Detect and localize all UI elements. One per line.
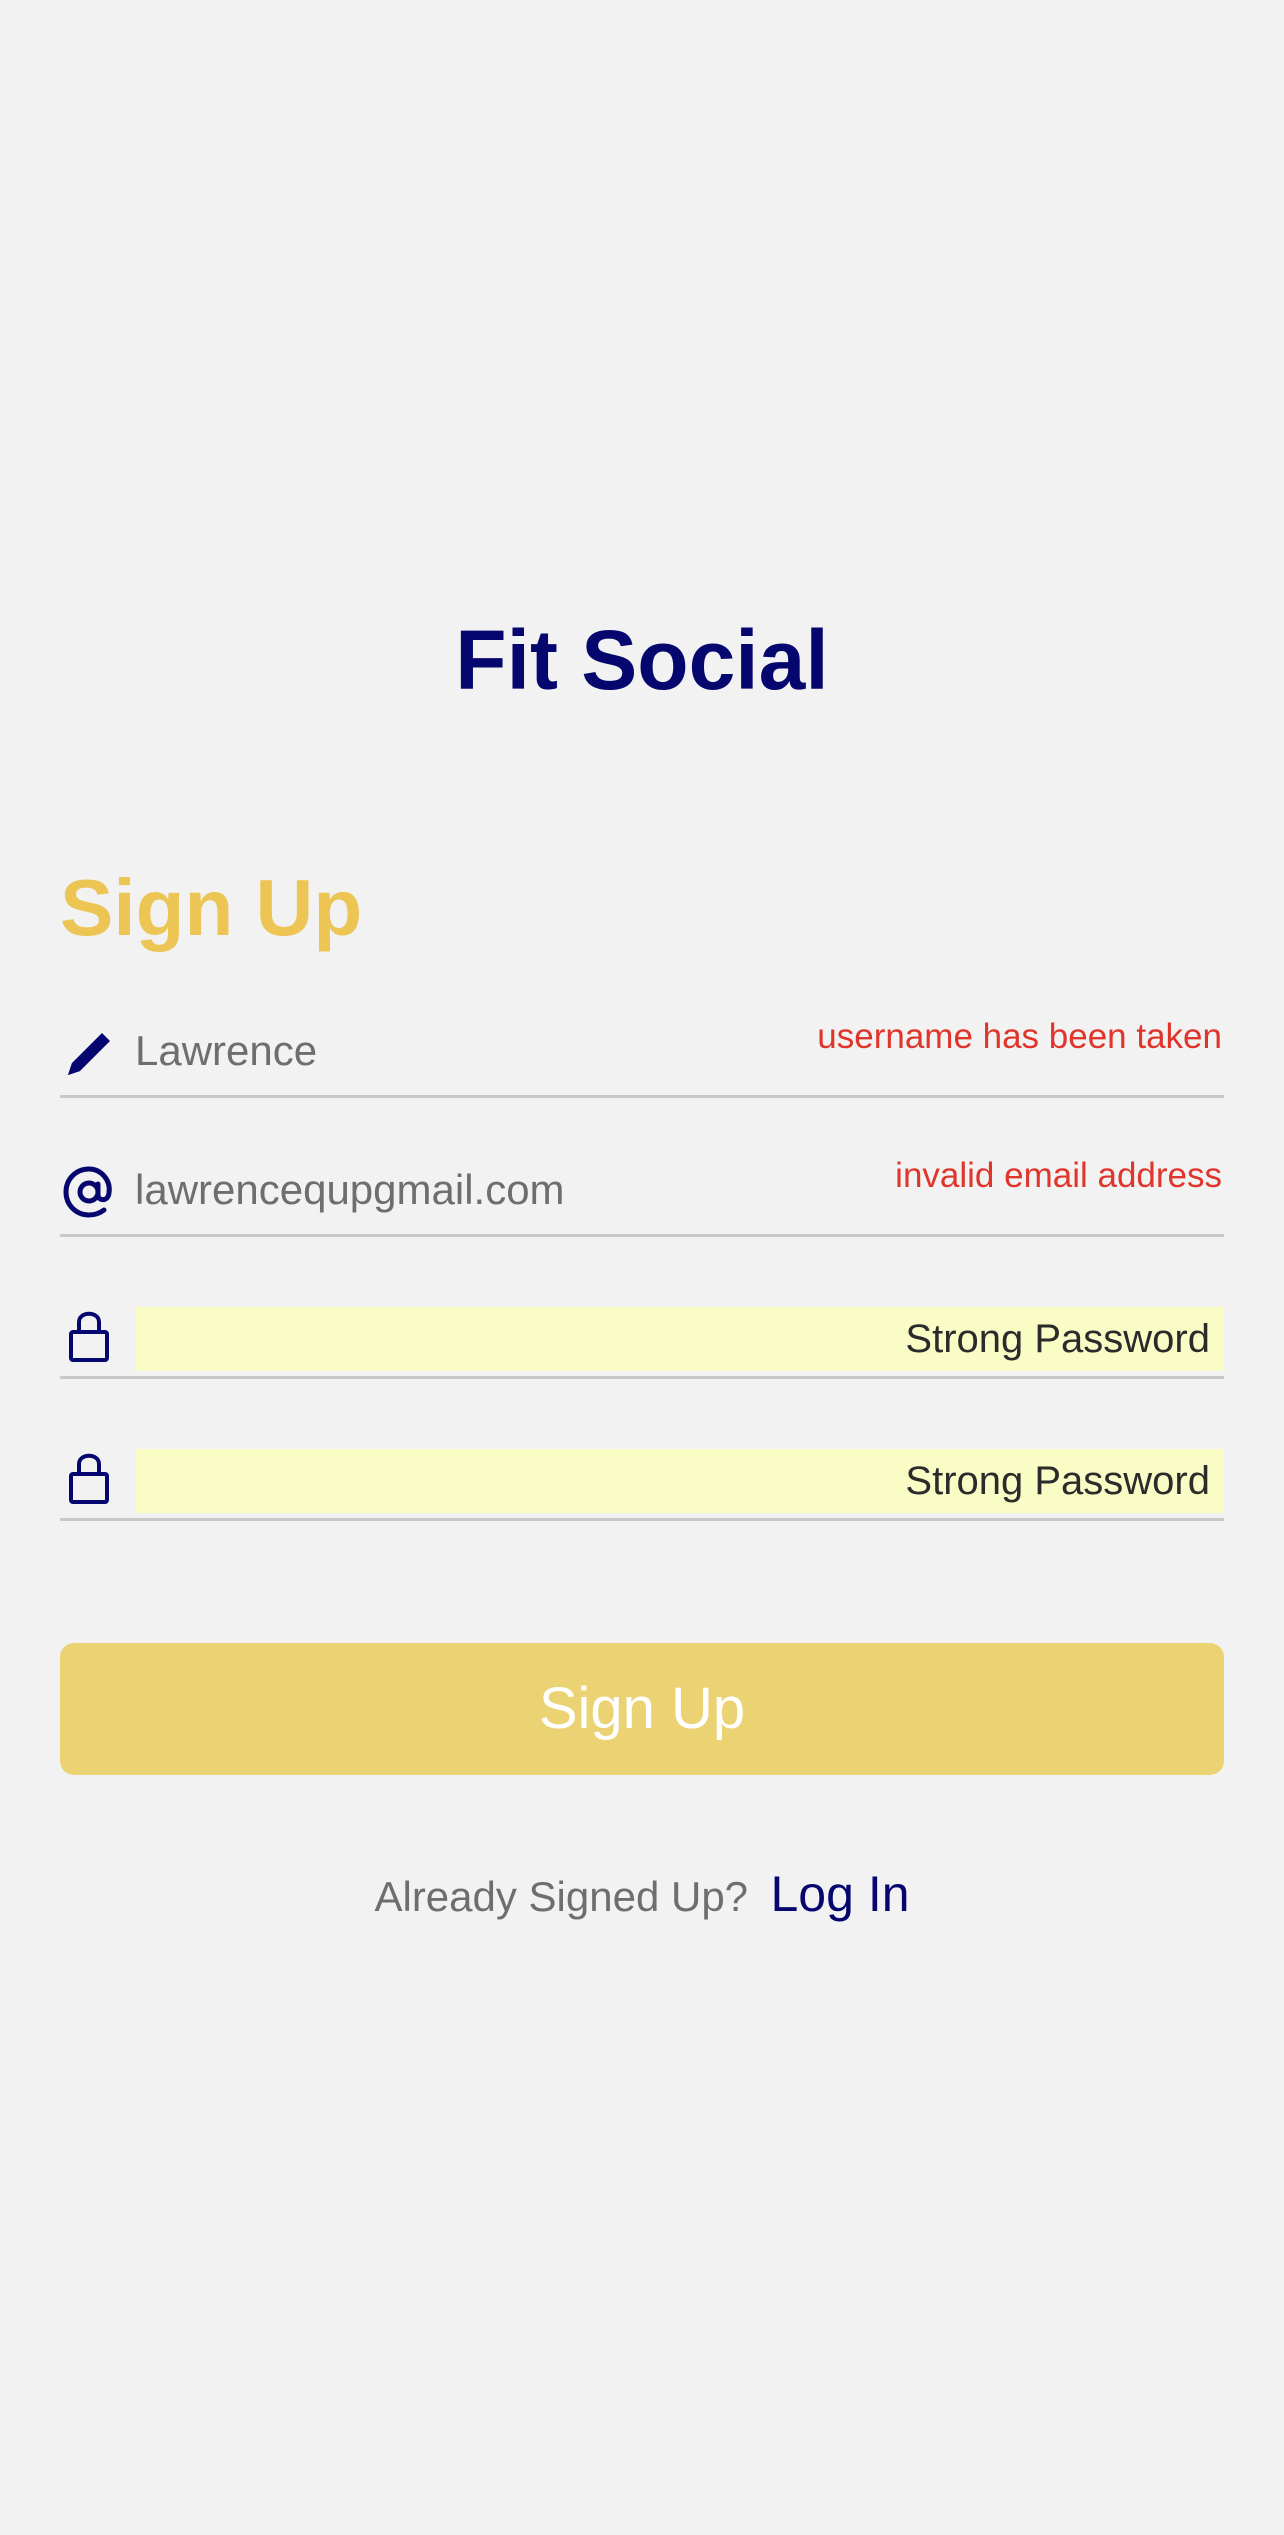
pencil-icon — [62, 1025, 116, 1081]
username-value: Lawrence — [135, 1027, 318, 1074]
app-title: Fit Social — [455, 613, 829, 707]
log-in-link[interactable]: Log In — [771, 1866, 910, 1922]
username-error: username has been taken — [817, 1017, 1222, 1056]
confirm-password-autofill-label: Strong Password — [905, 1459, 1210, 1503]
password-autofill-highlight[interactable]: Strong Password — [135, 1307, 1224, 1371]
login-prompt-text: Already Signed Up? — [374, 1873, 749, 1920]
confirm-password-autofill-highlight[interactable]: Strong Password — [135, 1449, 1224, 1513]
page-title: Sign Up — [60, 863, 363, 952]
sign-up-button[interactable]: Sign Up — [60, 1643, 1224, 1775]
email-value: lawrencequpgmail.com — [135, 1166, 565, 1213]
password-field[interactable]: Strong Password — [60, 1296, 1224, 1379]
confirm-password-field[interactable]: Strong Password — [60, 1438, 1224, 1521]
at-sign-icon — [62, 1164, 116, 1220]
email-field[interactable]: lawrencequpgmail.com invalid email addre… — [60, 1154, 1224, 1237]
lock-icon — [62, 1448, 116, 1504]
login-prompt-row: Already Signed Up? Log In — [0, 1862, 1284, 1939]
email-error: invalid email address — [895, 1156, 1222, 1195]
password-autofill-label: Strong Password — [905, 1317, 1210, 1361]
username-field[interactable]: Lawrence username has been taken — [60, 1015, 1224, 1098]
lock-icon — [62, 1306, 116, 1362]
